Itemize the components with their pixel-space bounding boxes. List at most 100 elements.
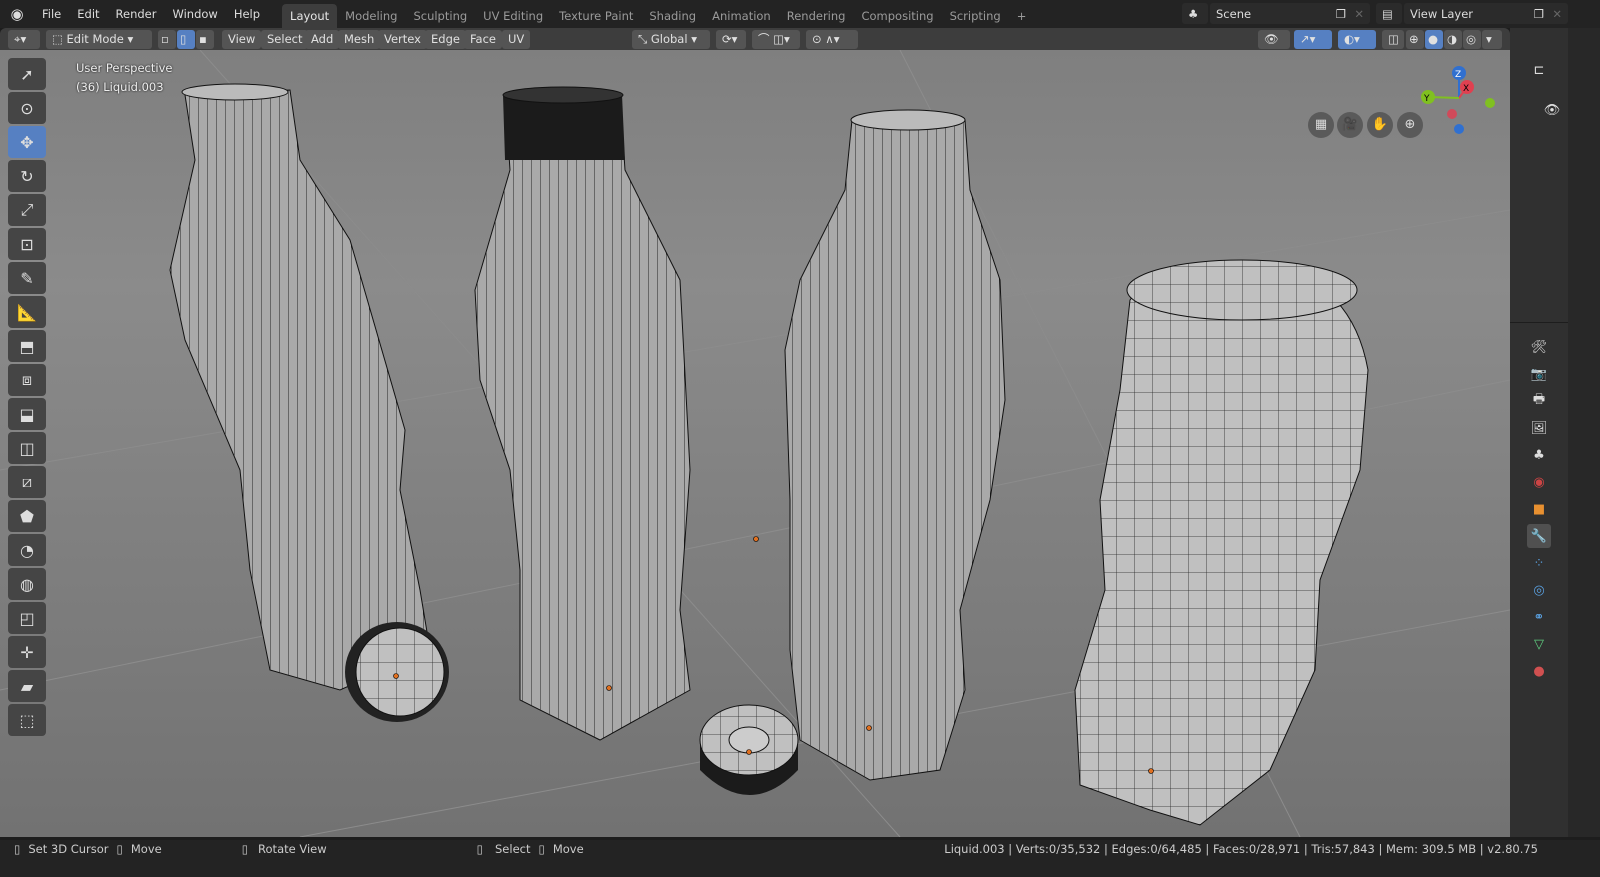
menu-view[interactable]: View [222, 30, 262, 49]
view-layer-selector[interactable]: View Layer ❐ ✕ [1404, 3, 1568, 24]
shear-tool[interactable]: ▰ [8, 670, 46, 702]
material-shading-icon[interactable]: ◑ [1444, 30, 1462, 49]
particles-properties-icon[interactable]: ⁘ [1527, 551, 1551, 575]
visibility-icon[interactable]: 👁▾ [1258, 30, 1290, 65]
knife-tool[interactable]: ⧄ [8, 466, 46, 498]
tab-scripting[interactable]: Scripting [942, 4, 1009, 28]
bottle-mesh-3[interactable] [784, 109, 1006, 781]
object-properties-icon[interactable]: ■ [1527, 497, 1551, 521]
tool-properties-icon[interactable]: 🛠 [1527, 335, 1551, 359]
tab-animation[interactable]: Animation [704, 4, 779, 28]
data-properties-icon[interactable]: ▽ [1527, 632, 1551, 656]
gizmo-toggle-icon[interactable]: ↗▾ [1294, 30, 1332, 49]
tab-rendering[interactable]: Rendering [779, 4, 854, 28]
face-select-icon[interactable]: ▪ [196, 30, 214, 49]
edge-select-icon[interactable]: ▯ [177, 30, 195, 49]
bottle-mesh-1[interactable] [169, 83, 431, 691]
edge-slide-tool[interactable]: ◰ [8, 602, 46, 634]
copy-icon[interactable]: ❐ [1336, 7, 1346, 21]
pivot-icon[interactable]: ⟳▾ [716, 30, 746, 49]
snap-icon[interactable]: ⌒ ◫▾ [752, 30, 800, 49]
menu-edit[interactable]: Edit [69, 7, 107, 21]
eye-icon[interactable]: 👁 [1540, 98, 1564, 122]
menu-face[interactable]: Face [464, 30, 503, 49]
annotate-tool[interactable]: ✎ [8, 262, 46, 294]
bevel-tool[interactable]: ⬓ [8, 398, 46, 430]
properties-panel[interactable] [1568, 28, 1600, 837]
menu-help[interactable]: Help [226, 7, 268, 21]
cursor-tool[interactable]: ⊙ [8, 92, 46, 124]
menu-uv[interactable]: UV [502, 30, 531, 49]
poly-build-tool[interactable]: ⬟ [8, 500, 46, 532]
orientation-selector[interactable]: ⤡ Global ▾ [632, 30, 710, 49]
tab-compositing[interactable]: Compositing [853, 4, 941, 28]
modifier-properties-icon[interactable]: 🔧 [1527, 524, 1551, 548]
solid-shading-icon[interactable]: ● [1425, 30, 1443, 49]
menu-window[interactable]: Window [164, 7, 225, 21]
world-properties-icon[interactable]: ◉ [1527, 470, 1551, 494]
grid-view-icon[interactable]: ▦ [1308, 112, 1334, 138]
shading-options-icon[interactable]: ▾ [1482, 30, 1502, 49]
close-icon[interactable]: ✕ [1354, 7, 1364, 21]
tab-uv-editing[interactable]: UV Editing [475, 4, 551, 28]
menu-render[interactable]: Render [108, 7, 165, 21]
pan-hand-icon[interactable]: ✋ [1367, 112, 1393, 138]
close-icon[interactable]: ✕ [1552, 7, 1562, 21]
rotate-tool[interactable]: ↻ [8, 160, 46, 192]
side-panel: ⊏ 👁 🛠 📷 🖶 🖼 ♣ ◉ ■ 🔧 ⁘ ◎ ⚭ ▽ ● [1510, 28, 1568, 837]
measure-tool[interactable]: 📐 [8, 296, 46, 328]
outliner-filter-icon[interactable]: ⊏ [1527, 58, 1551, 82]
inset-faces-tool[interactable]: ⧈ [8, 364, 46, 396]
bottle-mesh-2[interactable] [474, 86, 691, 741]
mode-selector[interactable]: ⬚ Edit Mode ▾ [46, 30, 152, 49]
move-tool[interactable]: ✥ [8, 126, 46, 158]
loop-cut-tool[interactable]: ◫ [8, 432, 46, 464]
smooth-tool[interactable]: ◍ [8, 568, 46, 600]
menu-select[interactable]: Select [261, 30, 309, 49]
copy-icon[interactable]: ❐ [1534, 7, 1544, 21]
menu-file[interactable]: File [34, 7, 69, 21]
camera-view-icon[interactable]: 🎥 [1337, 112, 1363, 138]
overlay-toggle-icon[interactable]: ◐▾ [1338, 30, 1376, 49]
scale-tool[interactable]: ⤢ [8, 194, 46, 226]
constraints-properties-icon[interactable]: ⚭ [1527, 605, 1551, 629]
physics-properties-icon[interactable]: ◎ [1527, 578, 1551, 602]
view-layer-browse-icon[interactable]: ▤ [1376, 3, 1402, 24]
scene-properties-icon[interactable]: ♣ [1527, 443, 1551, 467]
tab-shading[interactable]: Shading [641, 4, 704, 28]
rendered-shading-icon[interactable]: ◎ [1463, 30, 1481, 49]
zoom-icon[interactable]: ⊕ [1397, 112, 1423, 138]
tab-texture-paint[interactable]: Texture Paint [551, 4, 641, 28]
liquid-mesh[interactable] [1074, 259, 1369, 826]
extrude-region-tool[interactable]: ⬒ [8, 330, 46, 362]
axis-y-label: Y [1423, 94, 1430, 104]
transform-tool[interactable]: ⊡ [8, 228, 46, 260]
view-layer-properties-icon[interactable]: 🖼 [1527, 416, 1551, 440]
rip-region-tool[interactable]: ⬚ [8, 704, 46, 736]
render-properties-icon[interactable]: 📷 [1527, 362, 1551, 386]
spin-tool[interactable]: ◔ [8, 534, 46, 566]
blender-logo-icon[interactable]: ◉ [0, 5, 34, 23]
editor-type-icon[interactable]: ⌖▾ [8, 30, 40, 49]
wireframe-shading-icon[interactable]: ⊕ [1406, 30, 1424, 49]
menu-edge[interactable]: Edge [425, 30, 466, 49]
proportional-edit-icon[interactable]: ⊙ ∧▾ [806, 30, 858, 49]
select-box-tool[interactable]: ➚ [8, 58, 46, 90]
bottle-cap-1[interactable] [345, 622, 449, 722]
tab-modeling[interactable]: Modeling [337, 4, 405, 28]
tab-layout[interactable]: Layout [282, 4, 338, 28]
xray-icon[interactable]: ◫ [1382, 30, 1404, 49]
menu-add[interactable]: Add [305, 30, 340, 49]
scene-selector[interactable]: Scene ❐ ✕ [1210, 3, 1370, 24]
menu-mesh[interactable]: Mesh [338, 30, 381, 49]
material-properties-icon[interactable]: ● [1527, 659, 1551, 683]
add-workspace-button[interactable]: + [1009, 4, 1035, 28]
scene-browse-icon[interactable]: ♣ [1182, 3, 1208, 24]
tab-sculpting[interactable]: Sculpting [405, 4, 475, 28]
3d-viewport[interactable]: Z X Y User Perspective (36) Liquid.003 ▦… [0, 50, 1510, 837]
shrink-fatten-tool[interactable]: ✛ [8, 636, 46, 668]
navigation-gizmo[interactable]: Z X Y [1421, 66, 1495, 134]
output-properties-icon[interactable]: 🖶 [1527, 389, 1551, 413]
vertex-select-icon[interactable]: ▫ [158, 30, 176, 49]
menu-vertex[interactable]: Vertex [378, 30, 427, 49]
